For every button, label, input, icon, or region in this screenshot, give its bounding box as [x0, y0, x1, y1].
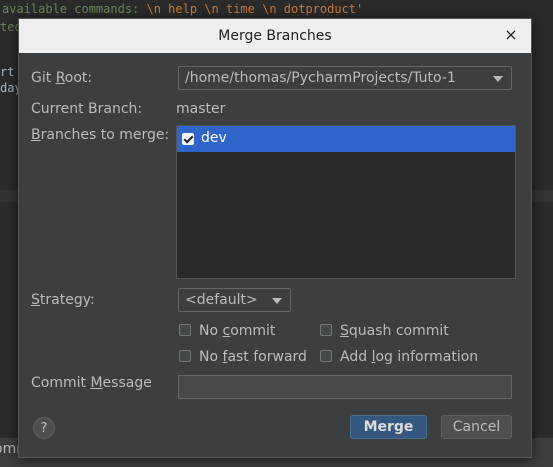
dialog-titlebar[interactable]: Merge Branches × — [19, 19, 531, 53]
no-commit-label[interactable]: No commit — [199, 323, 275, 339]
squash-commit-checkbox[interactable] — [320, 324, 332, 336]
add-log-information-label[interactable]: Add log information — [340, 349, 478, 365]
dialog-title: Merge Branches — [218, 28, 332, 44]
add-log-information-checkbox[interactable] — [320, 350, 332, 362]
close-icon[interactable]: × — [501, 25, 521, 45]
git-root-label: Git Root: — [31, 70, 93, 86]
code-line: rt — [0, 65, 15, 79]
chevron-down-icon — [493, 76, 503, 82]
strategy-label: Strategy: — [31, 292, 95, 308]
current-branch-value: master — [176, 101, 226, 117]
branches-to-merge-label: Branches to merge: — [31, 127, 170, 143]
cancel-button[interactable]: Cancel — [441, 415, 512, 439]
merge-button[interactable]: Merge — [350, 415, 427, 439]
strategy-combobox[interactable]: <default> — [178, 288, 291, 312]
branches-list[interactable]: dev — [176, 125, 516, 279]
commit-message-label: Commit Message — [31, 375, 152, 391]
branch-name: dev — [201, 130, 227, 146]
no-fast-forward-label[interactable]: No fast forward — [199, 349, 307, 365]
branch-checkbox[interactable] — [182, 133, 194, 145]
git-root-combobox[interactable]: /home/thomas/PycharmProjects/Tuto-1 — [178, 66, 512, 90]
code-line: available commands: \n help \n time \n d… — [2, 2, 364, 16]
help-button[interactable]: ? — [33, 417, 55, 439]
commit-message-input[interactable] — [178, 375, 512, 399]
merge-branches-dialog: Merge Branches × Git Root: /home/thomas/… — [18, 18, 532, 458]
no-fast-forward-checkbox[interactable] — [179, 350, 191, 362]
strategy-value: <default> — [185, 292, 258, 308]
squash-commit-label[interactable]: Squash commit — [340, 323, 449, 339]
git-root-value: /home/thomas/PycharmProjects/Tuto-1 — [185, 70, 456, 86]
no-commit-checkbox[interactable] — [179, 324, 191, 336]
chevron-down-icon — [272, 298, 282, 304]
list-item[interactable]: dev — [177, 126, 515, 152]
current-branch-label: Current Branch: — [31, 101, 143, 117]
